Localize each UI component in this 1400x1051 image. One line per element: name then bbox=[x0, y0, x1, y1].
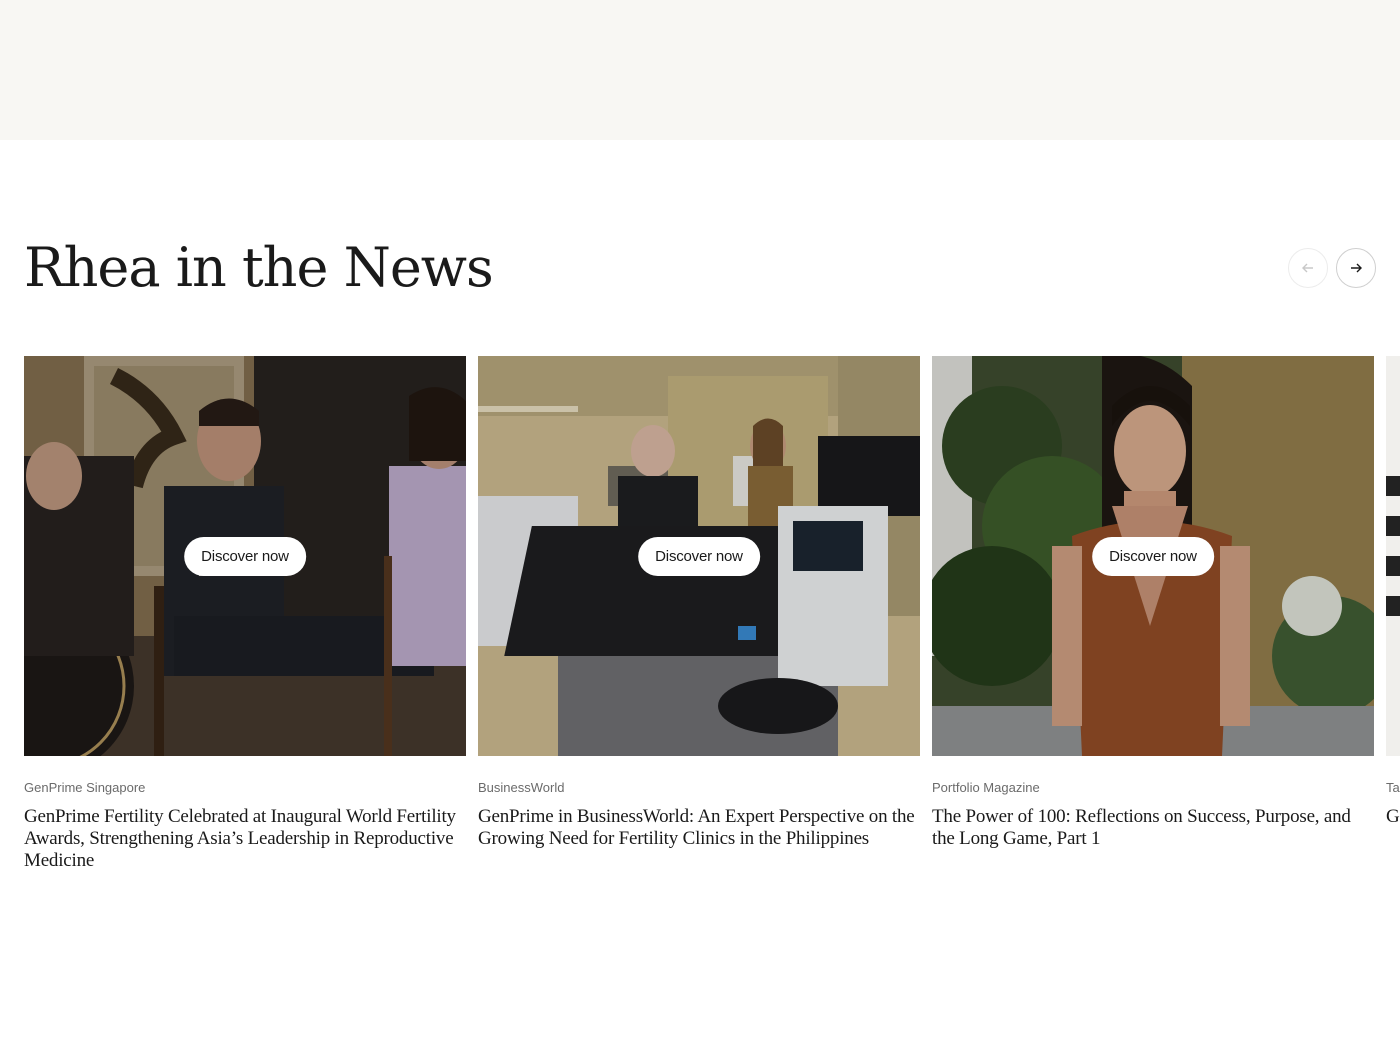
discover-now-button[interactable]: Discover now bbox=[638, 537, 760, 576]
news-card-headline[interactable]: GenPrime in BusinessWorld: An Expert Per… bbox=[478, 806, 920, 850]
news-card-source: Ta bbox=[1386, 780, 1400, 795]
arrow-left-icon bbox=[1302, 263, 1313, 273]
carousel-prev-button[interactable] bbox=[1288, 248, 1328, 288]
discover-now-button[interactable]: Discover now bbox=[1092, 537, 1214, 576]
news-card-image bbox=[1386, 356, 1400, 756]
news-card-headline[interactable]: GenPrime Fertility Celebrated at Inaugur… bbox=[24, 806, 466, 872]
news-card-image: Discover now bbox=[932, 356, 1374, 756]
top-band bbox=[0, 0, 1400, 140]
news-card-image: Discover now bbox=[24, 356, 466, 756]
news-card[interactable]: Discover now Portfolio Magazine The Powe… bbox=[932, 356, 1374, 850]
news-card[interactable]: Ta G G bbox=[1386, 356, 1400, 828]
news-card[interactable]: Discover now GenPrime Singapore GenPrime… bbox=[24, 356, 466, 872]
arrow-right-icon bbox=[1351, 263, 1362, 273]
discover-now-button[interactable]: Discover now bbox=[184, 537, 306, 576]
news-card-headline[interactable]: G G bbox=[1386, 806, 1400, 828]
news-card-source: Portfolio Magazine bbox=[932, 780, 1040, 795]
news-card-headline[interactable]: The Power of 100: Reflections on Success… bbox=[932, 806, 1374, 850]
news-card-source: BusinessWorld bbox=[478, 780, 565, 795]
news-card-image: Discover now bbox=[478, 356, 920, 756]
carousel-next-button[interactable] bbox=[1336, 248, 1376, 288]
news-card[interactable]: Discover now BusinessWorld GenPrime in B… bbox=[478, 356, 920, 850]
news-card-source: GenPrime Singapore bbox=[24, 780, 146, 795]
news-carousel: Discover now GenPrime Singapore GenPrime… bbox=[24, 356, 1400, 916]
section-title: Rhea in the News bbox=[24, 236, 494, 299]
